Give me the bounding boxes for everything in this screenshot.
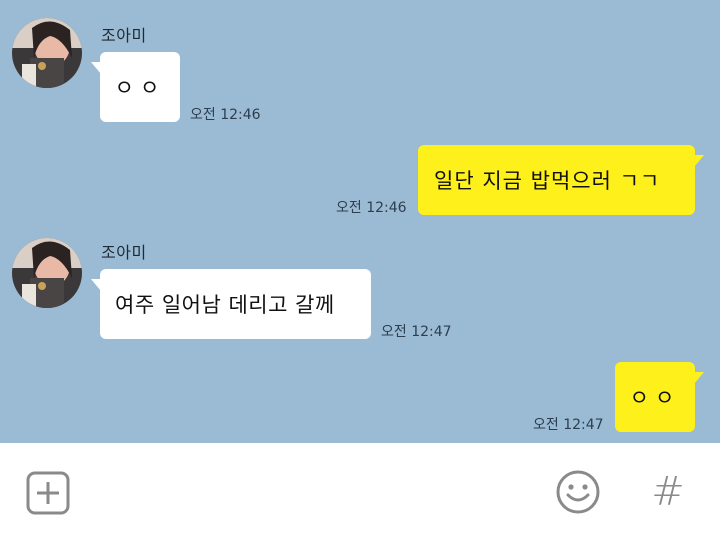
outgoing-message-bubble[interactable]: ㅇㅇ [615, 362, 704, 432]
avatar[interactable] [12, 18, 82, 88]
incoming-message-bubble[interactable]: 여주 일어남 데리고 갈께 [91, 269, 371, 339]
message-text: 일단 지금 밥먹으러 ㄱㄱ [434, 169, 661, 193]
plus-square-icon[interactable] [26, 471, 70, 515]
message-time: 오전 12:47 [381, 324, 452, 340]
hash-icon[interactable]: # [646, 469, 690, 515]
avatar[interactable] [12, 238, 82, 308]
message-time: 오전 12:47 [533, 417, 604, 433]
message-text: 여주 일어남 데리고 갈께 [115, 293, 335, 317]
hash-label: # [651, 469, 685, 515]
incoming-message-bubble[interactable]: ㅇㅇ [91, 52, 180, 122]
message-time: 오전 12:46 [190, 107, 261, 123]
message-time: 오전 12:46 [336, 200, 407, 216]
sender-name: 조아미 [101, 243, 147, 262]
message-text: ㅇㅇ [629, 386, 681, 410]
sender-name: 조아미 [101, 26, 147, 45]
smiley-icon[interactable] [555, 469, 601, 515]
outgoing-message-bubble[interactable]: 일단 지금 밥먹으러 ㄱㄱ [418, 145, 704, 215]
chat-area: 조아미 ㅇㅇ 오전 12:46 오전 12:46 일단 지금 밥먹으러 ㄱㄱ 조… [0, 0, 720, 443]
message-text: ㅇㅇ [114, 76, 166, 100]
input-bar: # [0, 443, 720, 540]
